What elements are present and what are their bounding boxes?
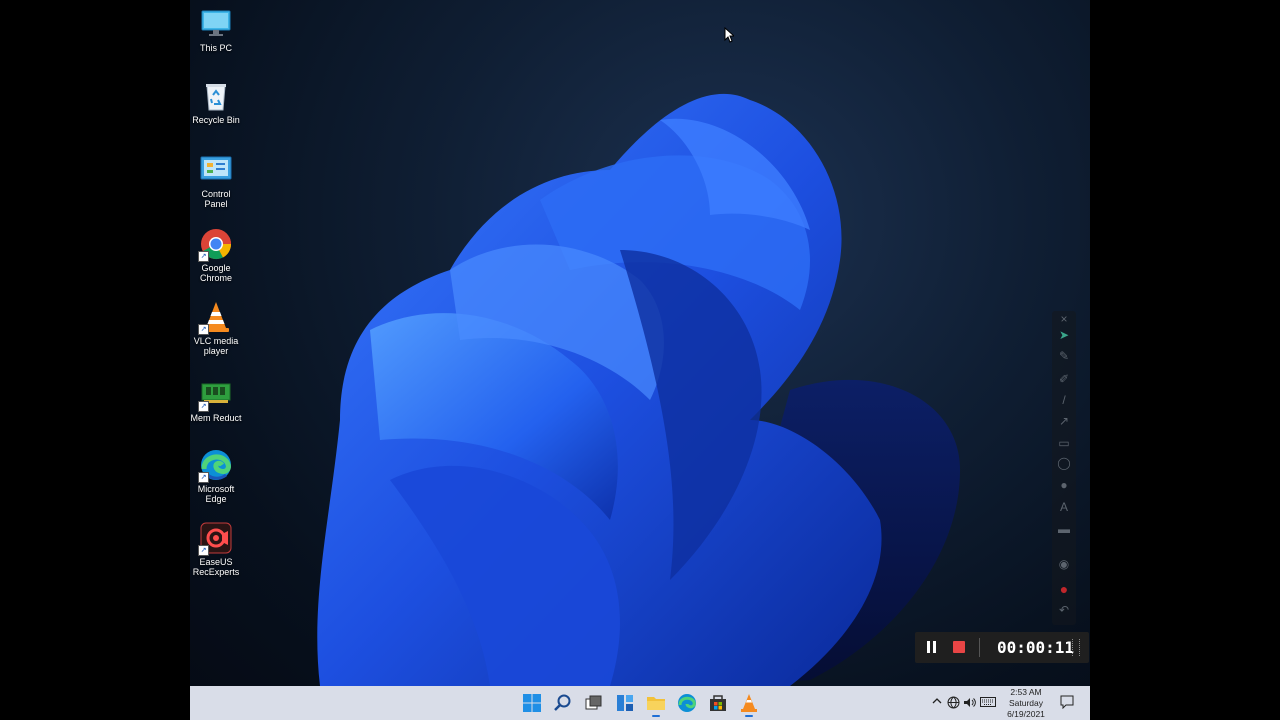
divider: [979, 638, 980, 657]
recycle-bin-icon: [200, 80, 232, 112]
spotlight-icon[interactable]: ◉: [1056, 556, 1072, 572]
desktop-icon-label: Control Panel: [201, 189, 231, 209]
pen-icon[interactable]: ✎: [1056, 348, 1072, 364]
edge-icon: ↗: [198, 449, 232, 483]
chevron-up-icon[interactable]: [932, 696, 942, 710]
shortcut-arrow-icon: ↗: [198, 545, 209, 556]
desktop-icon-microsoft-edge[interactable]: ↗ Microsoft Edge: [190, 449, 242, 504]
pointer-icon[interactable]: ➤: [1056, 327, 1072, 343]
shortcut-arrow-icon: ↗: [198, 324, 209, 335]
drag-handle[interactable]: [1072, 639, 1080, 656]
desktop-icon-easeus-recexperts[interactable]: ↗ EaseUS RecExperts: [190, 522, 242, 577]
desktop-icon-label: Recycle Bin: [192, 115, 240, 125]
wallpaper-bloom: [317, 93, 960, 686]
record-dot-icon[interactable]: ●: [1056, 581, 1072, 597]
vlc-icon: ↗: [198, 301, 232, 335]
pause-button[interactable]: [925, 640, 939, 654]
desktop-icon-label: Google Chrome: [199, 263, 232, 283]
taskbar-clock[interactable]: 2:53 AM Saturday 6/19/2021: [998, 687, 1054, 720]
system-tray: [190, 686, 1090, 720]
clock-day: Saturday: [1008, 698, 1044, 708]
undo-icon[interactable]: ↶: [1056, 602, 1072, 618]
desktop-icon-label: Microsoft Edge: [197, 484, 235, 504]
control-panel-icon: [200, 154, 232, 186]
recording-timer: 00:00:11: [997, 638, 1075, 657]
network-icon[interactable]: [947, 696, 960, 713]
desktop-icon-label: EaseUS RecExperts: [192, 557, 240, 577]
monitor-icon: [200, 8, 232, 40]
notification-button[interactable]: [1060, 695, 1074, 710]
notification-icon: [1060, 695, 1074, 710]
recorder-control-bar: 00:00:11: [915, 632, 1089, 663]
desktop-icon-label: VLC media player: [193, 336, 239, 356]
rectangle-icon[interactable]: ▭: [1056, 435, 1072, 451]
desktop-icon-label: This PC: [199, 43, 232, 53]
recexperts-icon: ↗: [198, 522, 232, 556]
whiteboard-icon[interactable]: ▬: [1056, 521, 1072, 537]
chrome-icon: ↗: [198, 228, 232, 262]
keyboard-icon[interactable]: [980, 696, 996, 712]
shortcut-arrow-icon: ↗: [198, 472, 209, 483]
stop-button[interactable]: [953, 641, 965, 653]
memory-chip-icon: ↗: [198, 378, 232, 412]
mouse-cursor-icon: [724, 27, 734, 43]
text-icon[interactable]: A: [1056, 499, 1072, 515]
clock-time: 2:53 AM: [1010, 687, 1042, 697]
shortcut-arrow-icon: ↗: [198, 401, 209, 412]
taskbar: 2:53 AM Saturday 6/19/2021: [190, 686, 1090, 720]
highlighter-icon[interactable]: ✐: [1056, 371, 1072, 387]
ellipse-icon[interactable]: ◯: [1056, 455, 1072, 471]
pause-icon: [927, 641, 930, 653]
line-icon[interactable]: /: [1056, 392, 1072, 408]
desktop-icon-this-pc[interactable]: This PC: [190, 8, 242, 53]
close-icon[interactable]: ×: [1056, 311, 1072, 327]
volume-icon[interactable]: [963, 696, 976, 713]
desktop-screen: This PC Recycle Bin Control Panel ↗ Goog…: [190, 0, 1090, 720]
shortcut-arrow-icon: ↗: [198, 251, 209, 262]
clock-date: 6/19/2021: [1007, 709, 1045, 719]
color-icon[interactable]: ●: [1056, 477, 1072, 493]
desktop-icon-recycle-bin[interactable]: Recycle Bin: [190, 80, 242, 125]
desktop-icon-label: Mem Reduct: [190, 413, 242, 423]
desktop-icon-mem-reduct[interactable]: ↗ Mem Reduct: [190, 378, 242, 423]
arrow-icon[interactable]: ↗: [1056, 413, 1072, 429]
desktop-icon-control-panel[interactable]: Control Panel: [190, 154, 242, 209]
desktop-icon-vlc[interactable]: ↗ VLC media player: [190, 301, 242, 356]
pen-toolbar: × ➤ ✎ ✐ / ↗ ▭ ◯ ● A ▬ ◉ ● ↶: [1052, 311, 1076, 625]
desktop-icon-google-chrome[interactable]: ↗ Google Chrome: [190, 228, 242, 283]
